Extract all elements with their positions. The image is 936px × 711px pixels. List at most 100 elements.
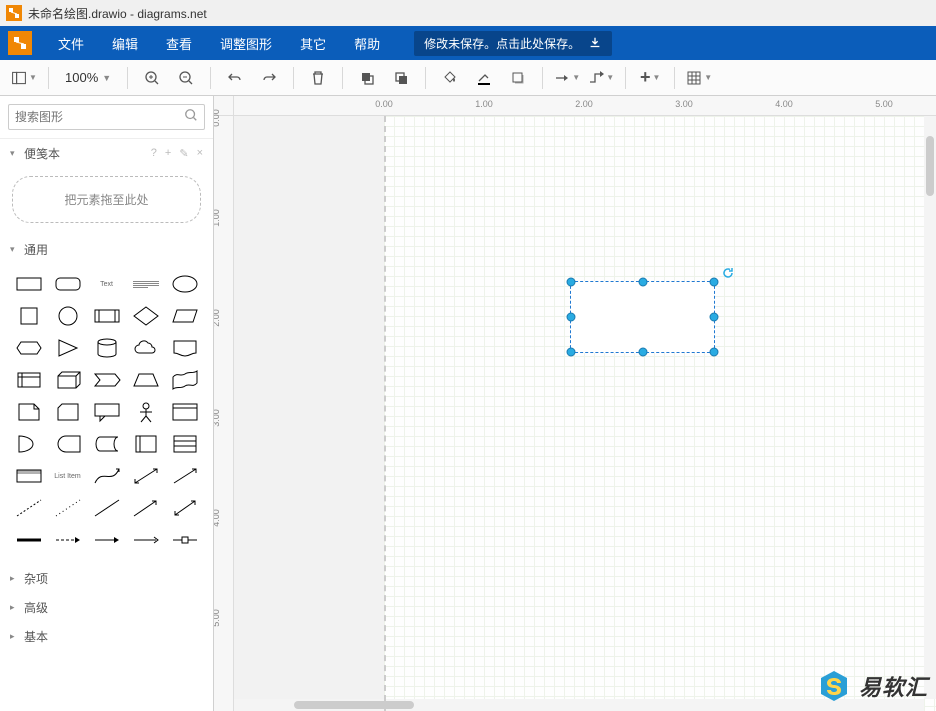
redo-button[interactable]: [255, 64, 283, 92]
shape-square[interactable]: [10, 302, 47, 330]
resize-handle-s[interactable]: [638, 348, 647, 357]
connection-button[interactable]: ▼: [553, 64, 581, 92]
selected-shape[interactable]: [570, 281, 715, 353]
shape-step[interactable]: [88, 366, 125, 394]
shape-textbox[interactable]: [127, 270, 164, 298]
shape-dotted-line[interactable]: [49, 494, 86, 522]
zoom-select[interactable]: 100% ▼: [59, 70, 117, 85]
menu-file[interactable]: 文件: [44, 26, 98, 60]
shape-connector-dashed[interactable]: [49, 526, 86, 554]
scrollbar-thumb[interactable]: [294, 701, 414, 709]
shape-circle[interactable]: [49, 302, 86, 330]
shape-list-item[interactable]: List Item: [49, 462, 86, 490]
shape-data-storage[interactable]: [88, 430, 125, 458]
resize-handle-nw[interactable]: [567, 278, 576, 287]
resize-handle-ne[interactable]: [710, 278, 719, 287]
shape-connector-thin[interactable]: [127, 526, 164, 554]
shape-document[interactable]: [166, 334, 203, 362]
shape-process[interactable]: [88, 302, 125, 330]
shape-list-header[interactable]: [10, 462, 47, 490]
shape-rectangle[interactable]: [10, 270, 47, 298]
zoom-in-button[interactable]: [138, 64, 166, 92]
rotate-handle-icon[interactable]: [722, 266, 734, 278]
menu-extras[interactable]: 其它: [286, 26, 340, 60]
shape-line-arrow[interactable]: [127, 494, 164, 522]
scratchpad-dropzone[interactable]: 把元素拖至此处: [12, 176, 201, 223]
shape-curve[interactable]: [88, 462, 125, 490]
table-button[interactable]: ▼: [685, 64, 713, 92]
shape-line-bidir[interactable]: [166, 494, 203, 522]
scratchpad-help[interactable]: ?: [151, 147, 157, 160]
canvas[interactable]: 0.00 1.00 2.00 3.00 4.00 5.00 0.00 1.00 …: [214, 96, 936, 711]
shape-bidirectional-arrow[interactable]: [127, 462, 164, 490]
shape-connector-relation[interactable]: [166, 526, 203, 554]
menu-view[interactable]: 查看: [152, 26, 206, 60]
shape-dashed-line[interactable]: [10, 494, 47, 522]
menu-edit[interactable]: 编辑: [98, 26, 152, 60]
shape-cube[interactable]: [49, 366, 86, 394]
separator: [342, 67, 343, 89]
section-advanced[interactable]: ▸ 高级: [0, 593, 213, 622]
to-back-button[interactable]: [387, 64, 415, 92]
scrollbar-thumb[interactable]: [926, 136, 934, 196]
resize-handle-e[interactable]: [710, 313, 719, 322]
section-scratchpad[interactable]: ▾ 便笺本 ? + ✎ ×: [0, 139, 213, 168]
separator: [542, 67, 543, 89]
shape-trapezoid[interactable]: [127, 366, 164, 394]
search-icon: [184, 108, 198, 127]
menu-arrange[interactable]: 调整图形: [206, 26, 286, 60]
zoom-value: 100%: [65, 70, 98, 85]
view-mode-button[interactable]: ▼: [10, 64, 38, 92]
shape-and[interactable]: [49, 430, 86, 458]
shape-or[interactable]: [10, 430, 47, 458]
fill-color-button[interactable]: [436, 64, 464, 92]
shape-triangle[interactable]: [49, 334, 86, 362]
resize-handle-n[interactable]: [638, 278, 647, 287]
shape-thick-line[interactable]: [10, 526, 47, 554]
shape-line[interactable]: [88, 494, 125, 522]
save-banner[interactable]: 修改未保存。点击此处保存。: [414, 31, 612, 56]
section-basic[interactable]: ▸ 基本: [0, 622, 213, 651]
section-general[interactable]: ▾ 通用: [0, 235, 213, 264]
menu-help[interactable]: 帮助: [340, 26, 394, 60]
shape-tape[interactable]: [166, 366, 203, 394]
shadow-button[interactable]: [504, 64, 532, 92]
to-front-button[interactable]: [353, 64, 381, 92]
resize-handle-se[interactable]: [710, 348, 719, 357]
shape-parallelogram[interactable]: [166, 302, 203, 330]
zoom-out-button[interactable]: [172, 64, 200, 92]
section-misc[interactable]: ▸ 杂项: [0, 564, 213, 593]
shape-diamond[interactable]: [127, 302, 164, 330]
search-input[interactable]: [15, 110, 184, 124]
shape-internal-storage[interactable]: [10, 366, 47, 394]
delete-button[interactable]: [304, 64, 332, 92]
scratchpad-close[interactable]: ×: [197, 147, 203, 160]
search-box[interactable]: [8, 104, 205, 130]
shape-actor[interactable]: [127, 398, 164, 426]
shape-cylinder[interactable]: [88, 334, 125, 362]
shape-callout[interactable]: [88, 398, 125, 426]
shape-text[interactable]: Text: [88, 270, 125, 298]
shape-list[interactable]: [166, 430, 203, 458]
waypoints-button[interactable]: ▼: [587, 64, 615, 92]
shape-hexagon[interactable]: [10, 334, 47, 362]
shape-cloud[interactable]: [127, 334, 164, 362]
shape-container[interactable]: [166, 398, 203, 426]
shape-rounded-rectangle[interactable]: [49, 270, 86, 298]
shape-arrow[interactable]: [166, 462, 203, 490]
shape-ellipse[interactable]: [166, 270, 203, 298]
scratchpad-edit[interactable]: ✎: [179, 147, 188, 160]
app-logo-icon: [6, 5, 22, 21]
resize-handle-sw[interactable]: [567, 348, 576, 357]
line-color-button[interactable]: [470, 64, 498, 92]
toolbar: ▼ 100% ▼ ▼ ▼ +▼ ▼: [0, 60, 936, 96]
shape-card[interactable]: [49, 398, 86, 426]
insert-button[interactable]: +▼: [636, 64, 664, 92]
shape-container-v[interactable]: [127, 430, 164, 458]
scrollbar-vertical[interactable]: [924, 116, 936, 699]
undo-button[interactable]: [221, 64, 249, 92]
resize-handle-w[interactable]: [567, 313, 576, 322]
scratchpad-add[interactable]: +: [165, 147, 171, 160]
shape-connector-solid[interactable]: [88, 526, 125, 554]
shape-note[interactable]: [10, 398, 47, 426]
